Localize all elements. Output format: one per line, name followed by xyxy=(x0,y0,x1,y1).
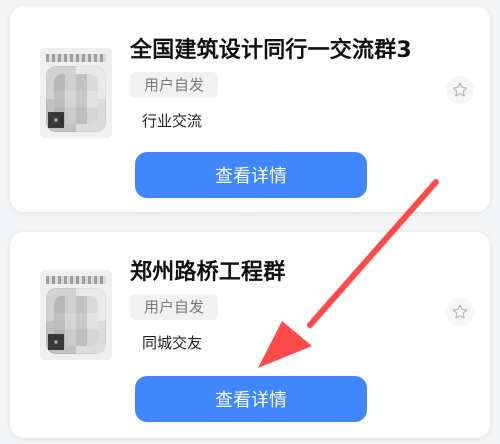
view-details-button[interactable]: 查看详情 xyxy=(135,152,367,198)
thumbnail-corner-mark xyxy=(48,112,64,128)
group-description: 同城交友 xyxy=(142,334,203,352)
group-title: 郑州路桥工程群 xyxy=(130,260,286,285)
favorite-button[interactable] xyxy=(446,76,474,104)
group-thumbnail xyxy=(40,270,112,360)
group-thumbnail xyxy=(40,48,112,138)
view-details-button[interactable]: 查看详情 xyxy=(135,376,367,422)
thumbnail-header-strip xyxy=(46,276,106,284)
thumbnail-corner-mark xyxy=(48,334,64,350)
group-description: 行业交流 xyxy=(142,112,203,130)
group-card: 全国建筑设计同行一交流群3 用户自发 行业交流 查看详情 xyxy=(10,6,490,212)
favorite-button[interactable] xyxy=(446,298,474,326)
star-outline-icon xyxy=(452,82,468,97)
group-title: 全国建筑设计同行一交流群3 xyxy=(130,38,412,63)
star-outline-icon xyxy=(452,304,468,319)
group-card: 郑州路桥工程群 用户自发 同城交友 查看详情 xyxy=(10,232,490,438)
group-tag: 用户自发 xyxy=(130,294,219,320)
group-tag: 用户自发 xyxy=(130,72,219,98)
thumbnail-header-strip xyxy=(46,54,106,62)
